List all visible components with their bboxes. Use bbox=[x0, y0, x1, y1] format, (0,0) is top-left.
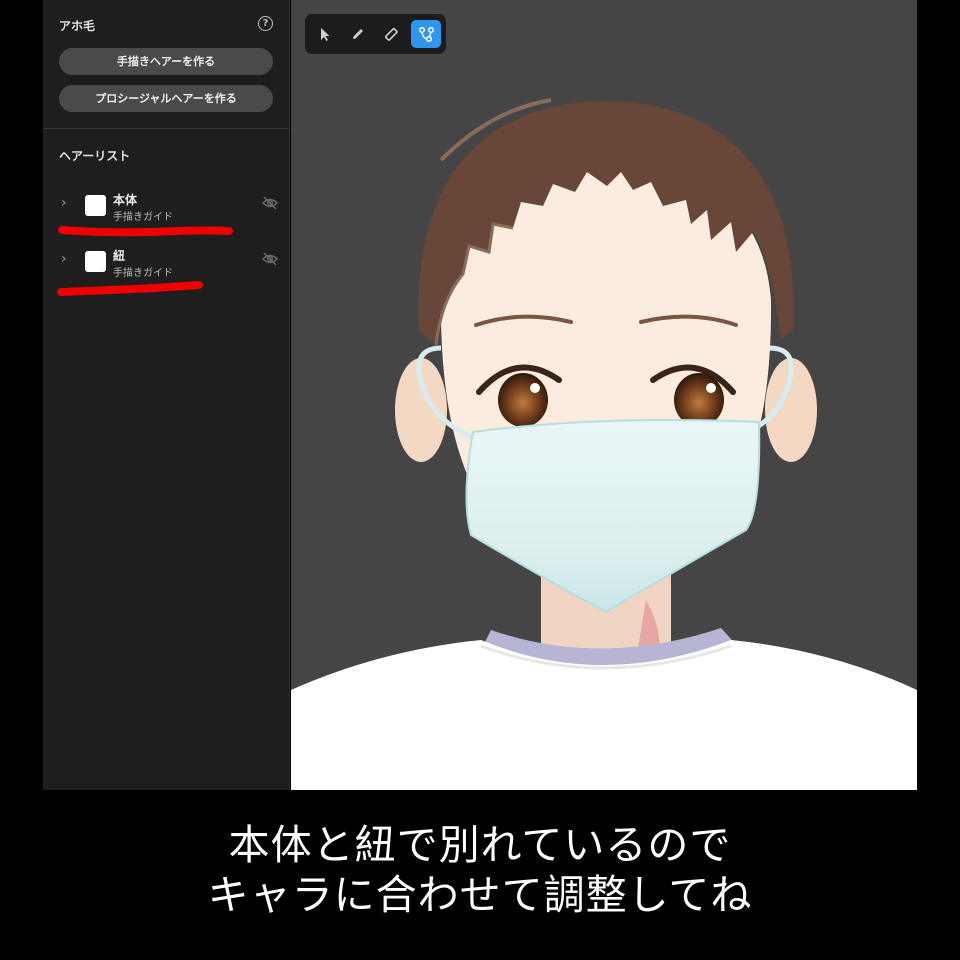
hair-color-swatch[interactable] bbox=[85, 251, 106, 272]
pencil-tool-button[interactable] bbox=[343, 20, 373, 48]
avatar-preview bbox=[291, 98, 917, 790]
eye-hidden-icon[interactable] bbox=[261, 250, 279, 268]
eraser-icon bbox=[384, 27, 398, 41]
help-icon[interactable]: ? bbox=[258, 16, 273, 31]
hair-color-swatch[interactable] bbox=[85, 195, 106, 216]
cursor-icon bbox=[321, 28, 330, 41]
path-tool-button[interactable] bbox=[411, 20, 441, 48]
caption: 本体と紐で別れているので キャラに合わせて調整してね bbox=[0, 820, 960, 920]
red-underline-annotation bbox=[58, 226, 233, 237]
select-tool-button[interactable] bbox=[310, 20, 340, 48]
hair-list-title: ヘアーリスト bbox=[59, 149, 131, 163]
chevron-right-icon[interactable]: › bbox=[61, 195, 67, 211]
chevron-right-icon[interactable]: › bbox=[61, 251, 67, 267]
section-divider bbox=[43, 128, 290, 129]
hair-item-subtitle: 手描きガイド bbox=[113, 268, 173, 279]
create-procedural-hair-button[interactable]: プロシージャルヘアーを作る bbox=[59, 85, 273, 112]
create-hand-drawn-hair-button[interactable]: 手描きヘアーを作る bbox=[59, 48, 273, 75]
caption-line-2: キャラに合わせて調整してね bbox=[207, 871, 753, 919]
eraser-tool-button[interactable] bbox=[376, 20, 406, 48]
hair-item-name: 紐 bbox=[113, 249, 126, 263]
pencil-icon bbox=[353, 29, 363, 39]
red-underline-annotation bbox=[57, 281, 203, 296]
drawing-toolbar bbox=[305, 14, 446, 54]
ahoge-section-title: アホ毛 bbox=[59, 19, 96, 33]
hair-editor-sidebar: アホ毛 ? 手描きヘアーを作る プロシージャルヘアーを作る ヘアーリスト › 本… bbox=[43, 0, 290, 790]
eye-hidden-icon[interactable] bbox=[261, 194, 279, 212]
hair-item-subtitle: 手描きガイド bbox=[113, 212, 173, 223]
hair-item-name: 本体 bbox=[113, 193, 138, 207]
bezier-path-icon bbox=[418, 26, 435, 43]
3d-preview-viewport[interactable] bbox=[291, 0, 917, 790]
caption-line-1: 本体と紐で別れているので bbox=[228, 821, 732, 869]
